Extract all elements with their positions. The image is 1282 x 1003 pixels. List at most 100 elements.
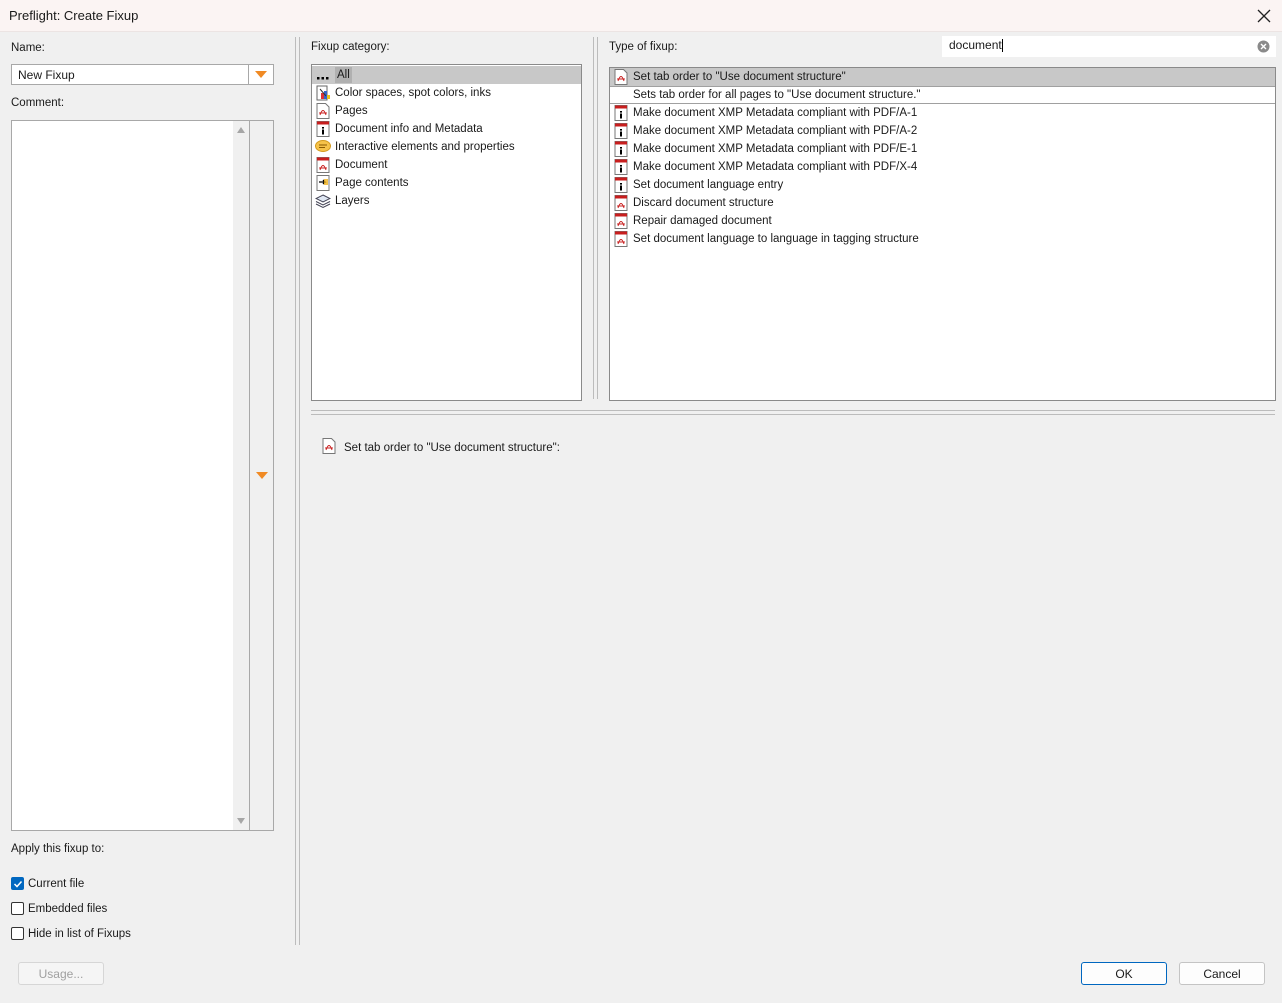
category-label: Fixup category: — [311, 41, 390, 53]
info-icon — [613, 141, 629, 157]
cancel-button[interactable]: Cancel — [1179, 962, 1265, 985]
category-item-label: Document info and Metadata — [335, 123, 483, 135]
fixup-item[interactable]: Set tab order to "Use document structure… — [610, 68, 1275, 86]
fixup-item-label: Make document XMP Metadata compliant wit… — [633, 125, 918, 137]
chevron-down-icon — [255, 71, 267, 78]
category-item-page-contents[interactable]: Page contents — [312, 174, 581, 192]
pdf-icon — [613, 195, 629, 211]
name-dropdown-button[interactable] — [248, 65, 273, 84]
fixup-detail-title: Set tab order to "Use document structure… — [344, 441, 560, 454]
info-icon — [613, 105, 629, 121]
category-item-all[interactable]: All — [312, 66, 581, 84]
category-item-pages[interactable]: Pages — [312, 102, 581, 120]
chevron-down-icon — [255, 472, 268, 479]
checkbox-box[interactable] — [11, 877, 24, 890]
usage-button[interactable]: Usage... — [18, 962, 104, 985]
comment-dropdown-button[interactable] — [249, 121, 273, 830]
pdf-document-icon — [315, 157, 331, 173]
checkbox-label: Current file — [28, 877, 85, 890]
fixup-item[interactable]: Make document XMP Metadata compliant wit… — [610, 140, 1275, 158]
name-label: Name: — [11, 42, 45, 54]
close-button[interactable] — [1250, 2, 1278, 30]
pdf-icon — [613, 213, 629, 229]
clear-icon — [1257, 40, 1270, 53]
fixup-item-label: Set tab order to "Use document structure… — [633, 71, 846, 83]
info-icon — [315, 121, 331, 137]
fixup-item-label: Discard document structure — [633, 197, 774, 209]
fixup-item[interactable]: Set document language entry — [610, 176, 1275, 194]
pdf-page-icon — [315, 103, 331, 119]
category-item-document-info[interactable]: Document info and Metadata — [312, 120, 581, 138]
fixup-item[interactable]: Repair damaged document — [610, 212, 1275, 230]
divider — [593, 37, 594, 399]
category-item-interactive[interactable]: Interactive elements and properties — [312, 138, 581, 156]
category-item-layers[interactable]: Layers — [312, 192, 581, 210]
category-item-label: Interactive elements and properties — [335, 141, 515, 153]
fixup-item[interactable]: Set document language to language in tag… — [610, 230, 1275, 248]
divider — [597, 37, 598, 399]
apply-label: Apply this fixup to: — [11, 843, 105, 855]
fixup-item[interactable]: Make document XMP Metadata compliant wit… — [610, 158, 1275, 176]
fixup-description-text: Sets tab order for all pages to "Use doc… — [633, 89, 921, 101]
pdf-icon — [613, 69, 629, 85]
category-item-label: Document — [335, 159, 388, 171]
scroll-down-icon[interactable] — [237, 818, 245, 824]
fixup-item-label: Make document XMP Metadata compliant wit… — [633, 161, 918, 173]
title-bar: Preflight: Create Fixup — [0, 0, 1282, 32]
fixup-item[interactable]: Make document XMP Metadata compliant wit… — [610, 122, 1275, 140]
search-value: document — [949, 38, 1002, 52]
divider — [311, 414, 1275, 415]
window-title: Preflight: Create Fixup — [9, 8, 139, 23]
checkbox-current-file[interactable]: Current file — [11, 877, 84, 890]
comment-textarea[interactable] — [11, 120, 274, 831]
dots-icon — [315, 67, 331, 83]
fixup-type-label: Type of fixup: — [609, 41, 678, 53]
pdf-icon — [613, 231, 629, 247]
layers-icon — [315, 193, 331, 209]
category-item-label: Pages — [335, 105, 368, 117]
name-field[interactable]: New Fixup — [11, 64, 274, 85]
pdf-icon — [322, 438, 336, 457]
fixup-item-label: Make document XMP Metadata compliant wit… — [633, 143, 918, 155]
fixup-item-label: Repair damaged document — [633, 215, 772, 227]
clear-search-button[interactable] — [1257, 40, 1270, 56]
comment-scrollbar[interactable] — [233, 121, 249, 830]
ok-button[interactable]: OK — [1081, 962, 1167, 985]
page-contents-icon — [315, 175, 331, 191]
fixup-item-label: Make document XMP Metadata compliant wit… — [633, 107, 918, 119]
fixup-list[interactable]: Set tab order to "Use document structure… — [609, 67, 1276, 401]
fixup-item-label: Set document language entry — [633, 179, 784, 191]
search-input[interactable]: document — [942, 36, 1276, 57]
name-value: New Fixup — [18, 68, 75, 82]
fixup-item-label: Set document language to language in tag… — [633, 233, 919, 245]
checkbox-label: Embedded files — [28, 902, 108, 915]
fixup-item-description: Sets tab order for all pages to "Use doc… — [610, 86, 1275, 104]
fixup-item[interactable]: Discard document structure — [610, 194, 1275, 212]
divider — [295, 37, 296, 945]
comment-label: Comment: — [11, 97, 65, 109]
category-item-label: All — [335, 67, 352, 83]
checkmark-icon — [13, 880, 22, 888]
info-icon — [613, 123, 629, 139]
category-item-label: Page contents — [335, 177, 409, 189]
checkbox-box[interactable] — [11, 902, 24, 915]
checkbox-hide-in-list[interactable]: Hide in list of Fixups — [11, 927, 131, 940]
category-item-color-spaces[interactable]: Color spaces, spot colors, inks — [312, 84, 581, 102]
divider — [311, 410, 1275, 411]
checkbox-box[interactable] — [11, 927, 24, 940]
info-icon — [613, 177, 629, 193]
close-icon — [1257, 9, 1271, 23]
checkbox-embedded-files[interactable]: Embedded files — [11, 902, 107, 915]
info-icon — [613, 159, 629, 175]
category-item-label: Color spaces, spot colors, inks — [335, 87, 491, 99]
fixup-item[interactable]: Make document XMP Metadata compliant wit… — [610, 104, 1275, 122]
category-list[interactable]: All Color spaces, spot colors, inks Page… — [311, 64, 582, 401]
fixup-detail-header: Set tab order to "Use document structure… — [322, 438, 560, 457]
color-spaces-icon — [315, 85, 331, 101]
category-item-document[interactable]: Document — [312, 156, 581, 174]
checkbox-label: Hide in list of Fixups — [28, 927, 131, 940]
comment-bubble-icon — [315, 139, 331, 155]
category-item-label: Layers — [335, 195, 370, 207]
scroll-up-icon[interactable] — [237, 127, 245, 133]
divider — [299, 37, 300, 945]
